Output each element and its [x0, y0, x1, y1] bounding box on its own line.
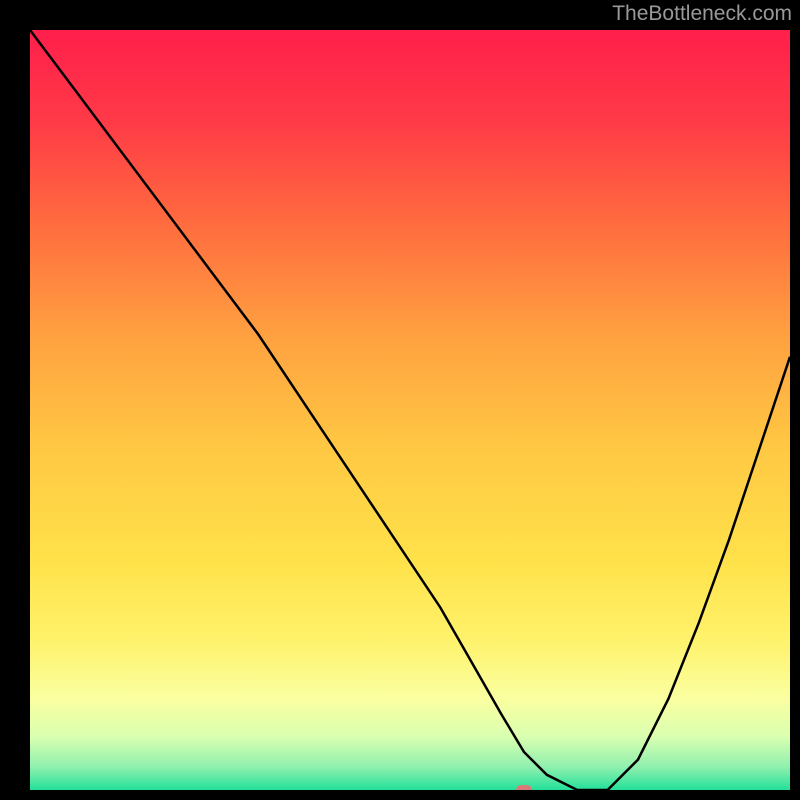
plot-area	[30, 30, 790, 790]
bottleneck-curve	[30, 30, 790, 790]
watermark-text: TheBottleneck.com	[612, 2, 792, 26]
optimum-marker	[516, 785, 532, 790]
chart-container: TheBottleneck.com	[0, 0, 800, 800]
